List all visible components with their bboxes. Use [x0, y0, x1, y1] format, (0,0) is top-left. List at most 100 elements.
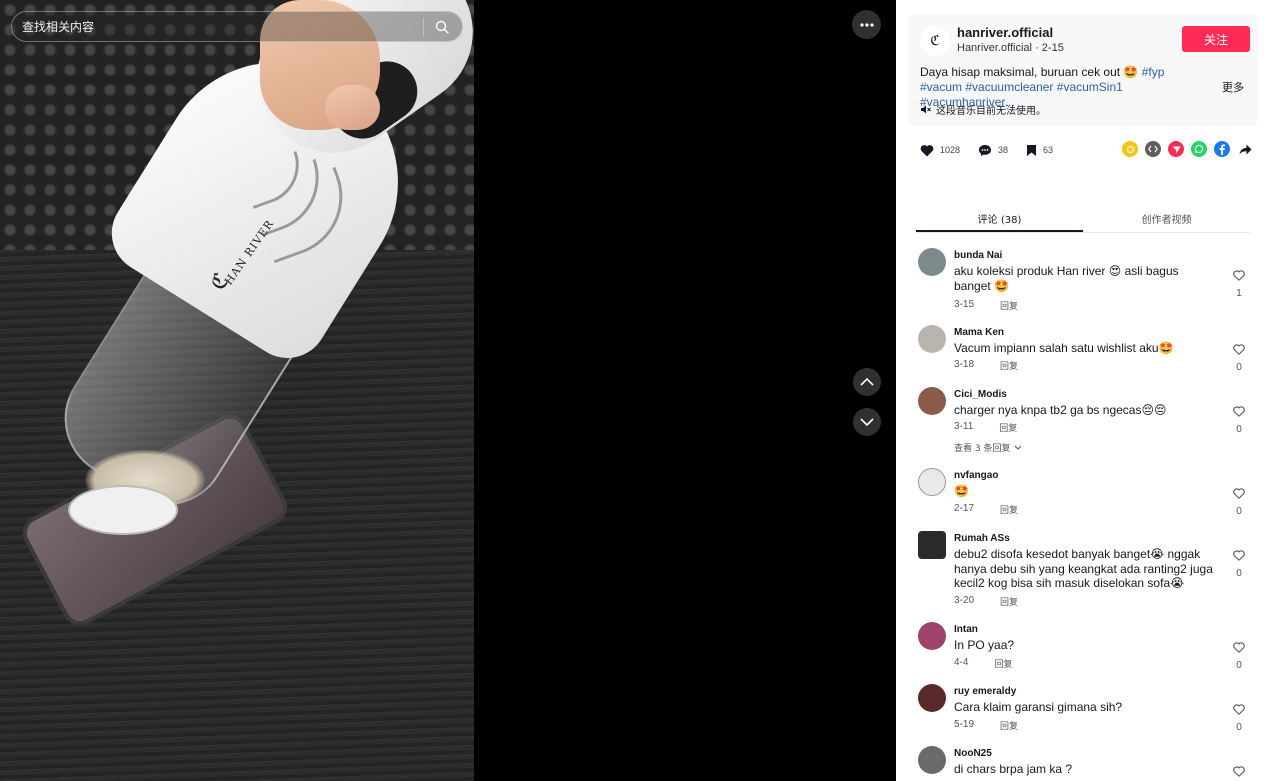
- share-embed-button[interactable]: [1145, 141, 1161, 157]
- reply-button[interactable]: 回复: [1000, 719, 1018, 732]
- follow-button[interactable]: 关注: [1182, 26, 1250, 52]
- hashtag-link[interactable]: #vacuumcleaner: [965, 80, 1053, 94]
- more-options-button[interactable]: [852, 10, 881, 39]
- comment-like-count: 1: [1236, 288, 1242, 299]
- comment-date: 3-15: [954, 299, 975, 310]
- comment-like-button[interactable]: 0: [1232, 486, 1246, 517]
- author-nickname[interactable]: Hanriver.official: [957, 42, 1032, 54]
- video-player[interactable]: ℭ HAN RIVER: [0, 0, 474, 781]
- search-input[interactable]: [22, 12, 415, 41]
- share-row: [1122, 141, 1253, 157]
- comment-date: 3-11: [954, 421, 974, 432]
- tab-comments[interactable]: 评论 (38): [916, 205, 1083, 232]
- comment-like-button[interactable]: 0: [1232, 548, 1246, 579]
- muted-speaker-icon: [921, 105, 931, 114]
- comment-meta: 3-20 回复: [954, 595, 1018, 608]
- comment-bubble-icon: [979, 144, 992, 156]
- heart-outline-icon: [1233, 406, 1245, 417]
- author-avatar[interactable]: ℭ: [920, 26, 950, 56]
- avatar[interactable]: [918, 684, 946, 712]
- comment-username[interactable]: Intan: [954, 624, 978, 635]
- comment-meta: 5-19 回复: [954, 719, 1018, 732]
- facebook-icon: [1219, 144, 1225, 155]
- hashtag-link[interactable]: #vacum: [920, 80, 962, 94]
- comment-text: di chars brpa jam ka ?: [954, 762, 1073, 776]
- comment-like-button[interactable]: 0: [1232, 640, 1246, 671]
- comment-username[interactable]: NooN25: [954, 748, 992, 759]
- heart-icon: [920, 144, 934, 156]
- comment-like-count: 0: [1236, 362, 1242, 373]
- video-hand-finger: [325, 85, 380, 130]
- share-whatsapp-button[interactable]: [1191, 141, 1207, 157]
- more-horizontal-icon: [859, 22, 874, 27]
- avatar[interactable]: [918, 387, 946, 415]
- comment-like-count: 0: [1236, 660, 1242, 671]
- comment-like-button[interactable]: 1: [1232, 268, 1246, 299]
- heart-outline-icon: [1233, 642, 1245, 653]
- search-bar: [11, 11, 463, 42]
- author-card: ℭ hanriver.official Hanriver.official · …: [908, 14, 1258, 126]
- video-stage[interactable]: ℭ HAN RIVER: [0, 0, 896, 781]
- heart-outline-icon: [1233, 704, 1245, 715]
- heart-outline-icon: [1233, 766, 1245, 777]
- comment-like-button[interactable]: 0: [1232, 342, 1246, 373]
- share-more-button[interactable]: [1237, 141, 1253, 157]
- comment-like-count: 0: [1236, 506, 1242, 517]
- avatar[interactable]: [918, 248, 946, 276]
- comment-button[interactable]: 38: [978, 144, 1008, 157]
- heart-outline-icon: [1233, 344, 1245, 355]
- comment-username[interactable]: ruy emeraldy: [954, 686, 1016, 697]
- reply-button[interactable]: 回复: [1000, 503, 1018, 516]
- comment-like-button[interactable]: [1232, 764, 1246, 781]
- comment-username[interactable]: bunda Nai: [954, 250, 1002, 261]
- hashtag-link[interactable]: #fyp: [1142, 65, 1165, 79]
- comment-username[interactable]: Rumah ASs: [954, 533, 1010, 544]
- share-send-button[interactable]: [1168, 141, 1184, 157]
- comment-username[interactable]: nvfangao: [954, 470, 998, 481]
- description-more-button[interactable]: 更多: [1222, 79, 1244, 95]
- heart-outline-icon: [1233, 550, 1245, 561]
- reply-button[interactable]: 回复: [999, 421, 1017, 434]
- like-button[interactable]: 1028: [920, 144, 960, 157]
- whatsapp-icon: [1194, 144, 1204, 154]
- avatar[interactable]: [918, 325, 946, 353]
- like-count: 1028: [940, 145, 961, 155]
- favorite-button[interactable]: 63: [1026, 144, 1053, 157]
- reply-button[interactable]: 回复: [1000, 299, 1018, 312]
- comment-username[interactable]: Mama Ken: [954, 327, 1004, 338]
- reply-button[interactable]: 回复: [1000, 359, 1018, 372]
- comment-text: In PO yaa?: [954, 638, 1015, 652]
- previous-video-button[interactable]: [853, 368, 881, 396]
- view-replies-button[interactable]: 查看 3 条回复: [954, 441, 1022, 454]
- reply-button[interactable]: 回复: [994, 657, 1012, 670]
- avatar[interactable]: [918, 468, 946, 496]
- search-icon: [435, 20, 449, 34]
- comment-username[interactable]: Cici_Modis: [954, 389, 1007, 400]
- comment-like-count: 0: [1236, 568, 1242, 579]
- tab-creator-videos[interactable]: 创作者视频: [1083, 205, 1250, 232]
- search-button[interactable]: [432, 17, 452, 37]
- chevron-down-icon: [860, 418, 874, 426]
- comment-text: Cara klaim garansi gimana sih?: [954, 700, 1123, 714]
- embed-code-icon: [1148, 145, 1158, 153]
- comment-text: 🤩: [954, 484, 969, 498]
- engagement-stats: 1028 38 63: [920, 140, 1071, 160]
- share-facebook-button[interactable]: [1214, 141, 1230, 157]
- hashtag-link[interactable]: #vacumSin1: [1057, 80, 1123, 94]
- reply-button[interactable]: 回复: [1000, 595, 1018, 608]
- avatar[interactable]: [918, 746, 946, 774]
- chevron-down-icon: [1015, 445, 1022, 450]
- comment-date: 3-20: [954, 595, 975, 606]
- comment-like-button[interactable]: 0: [1232, 702, 1246, 733]
- share-coin-button[interactable]: [1122, 141, 1138, 157]
- search-divider: [423, 17, 424, 36]
- chevron-up-icon: [860, 378, 874, 386]
- video-vacuum-nozzle: [68, 485, 178, 535]
- avatar[interactable]: [918, 622, 946, 650]
- next-video-button[interactable]: [853, 408, 881, 436]
- author-username[interactable]: hanriver.official: [957, 25, 1053, 40]
- comment-like-button[interactable]: 0: [1232, 404, 1246, 435]
- comment-date: 5-19: [954, 719, 975, 730]
- avatar[interactable]: [918, 531, 946, 559]
- panel-tabs: 评论 (38) 创作者视频: [916, 205, 1250, 233]
